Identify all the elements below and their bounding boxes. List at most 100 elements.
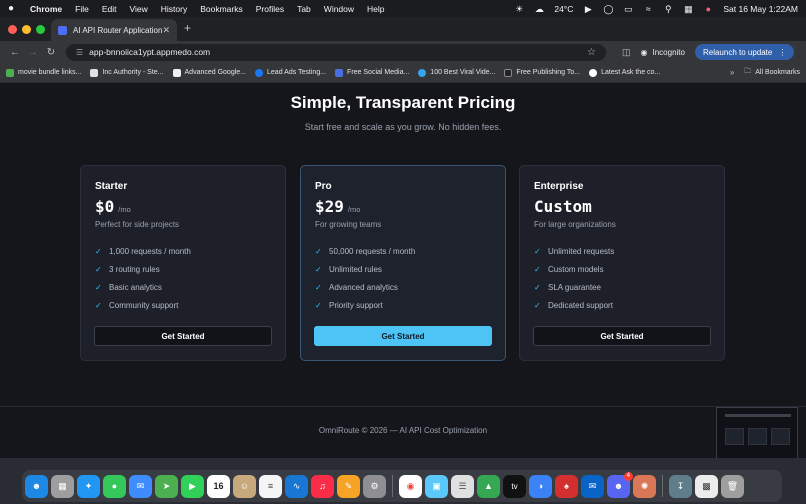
discord-badge: 4 <box>623 471 633 481</box>
plan-name: Pro <box>315 181 332 192</box>
relaunch-label: Relaunch to update <box>702 47 773 57</box>
outlook-icon[interactable]: ✉ <box>581 474 604 498</box>
plan-price: $29 <box>315 197 344 216</box>
folder-icon: 🗀 <box>744 68 752 75</box>
window-controls <box>8 25 45 34</box>
apple-menu-icon[interactable]: ● <box>8 3 18 14</box>
numbers-icon[interactable]: ▲ <box>477 474 500 498</box>
trash-icon[interactable]: 🗑 <box>721 474 744 498</box>
appletv-icon[interactable]: tv <box>503 474 526 498</box>
preview-icon[interactable]: ▣ <box>425 474 448 498</box>
control-center-icon[interactable]: ▦ <box>683 4 693 13</box>
close-window-icon[interactable] <box>8 25 17 34</box>
bookmark-item[interactable]: Free Publishing To... <box>504 68 580 77</box>
menu-window[interactable]: Window <box>324 4 354 14</box>
messages-icon[interactable]: ● <box>103 474 126 498</box>
brightness-icon[interactable]: ☀ <box>514 4 524 13</box>
reload-icon[interactable]: ↻ <box>42 47 60 58</box>
menu-profiles[interactable]: Profiles <box>256 4 284 14</box>
bookmark-item[interactable]: 100 Best Viral Vide... <box>418 68 495 77</box>
menu-history[interactable]: History <box>161 4 187 14</box>
settings-icon[interactable]: ⚙ <box>363 474 386 498</box>
screenshots-folder-icon[interactable]: ▩ <box>695 474 718 498</box>
temperature-readout[interactable]: 24°C <box>554 4 573 14</box>
menu-file[interactable]: File <box>75 4 89 14</box>
siri-icon[interactable]: ● <box>703 4 713 13</box>
downloads-icon[interactable]: ↧ <box>669 474 692 498</box>
close-tab-icon[interactable]: ✕ <box>162 25 170 36</box>
plan-period: /mo <box>118 205 131 214</box>
feature-item: ✓ Dedicated support <box>534 300 613 310</box>
search-icon[interactable]: ⚲ <box>663 4 673 13</box>
bookmark-item[interactable]: Advanced Google... <box>172 68 246 77</box>
launchpad-icon[interactable]: ▦ <box>51 474 74 498</box>
browser-tab-strip: AI API Router Application ✕ + <box>0 17 806 41</box>
bookmarks-overflow-icon[interactable]: » <box>730 68 734 77</box>
address-url[interactable]: app-bnnoiica1ypt.appmedo.com <box>89 47 210 57</box>
bookmark-favicon-icon <box>335 68 344 77</box>
site-info-icon[interactable]: ☰ <box>76 48 83 57</box>
side-panel-icon[interactable]: ◫ <box>622 47 631 58</box>
music-icon[interactable]: ♫ <box>311 474 334 498</box>
notes-icon[interactable]: ☰ <box>451 474 474 498</box>
forward-arrow-icon[interactable]: → <box>24 47 42 58</box>
thumbnail-card <box>748 428 767 445</box>
bookmark-item[interactable]: Latest Ask the co... <box>589 68 660 77</box>
get-started-button-pro[interactable]: Get Started <box>314 326 492 346</box>
bookmark-item[interactable]: Inc Authority - Ste... <box>90 68 164 77</box>
play-icon[interactable]: ▶ <box>583 4 593 13</box>
back-arrow-icon[interactable]: ← <box>6 47 24 58</box>
check-icon: ✓ <box>95 264 102 274</box>
menu-tab[interactable]: Tab <box>297 4 311 14</box>
maximize-window-icon[interactable] <box>36 25 45 34</box>
pricing-card-starter: Starter $0 /mo Perfect for side projects… <box>80 165 286 361</box>
battery-icon[interactable]: ▭ <box>623 4 633 13</box>
incognito-label: Incognito <box>652 47 685 57</box>
relaunch-update-button[interactable]: Relaunch to update ⋮ <box>694 44 795 60</box>
reminders-icon[interactable]: ≡ <box>259 474 282 498</box>
plan-name: Enterprise <box>534 181 584 192</box>
menu-help[interactable]: Help <box>367 4 384 14</box>
incognito-indicator[interactable]: ◉ Incognito <box>641 48 685 57</box>
minimize-window-icon[interactable] <box>22 25 31 34</box>
kebab-menu-icon[interactable]: ⋮ <box>778 48 786 57</box>
plan-feature-list: ✓ Unlimited requests ✓ Custom models ✓ SLA … <box>534 242 710 314</box>
maps-icon[interactable]: ➤ <box>155 474 178 498</box>
user-circle-icon[interactable]: ◯ <box>603 4 613 13</box>
get-started-button-starter[interactable]: Get Started <box>94 326 272 346</box>
safari-icon[interactable]: ✦ <box>77 474 100 498</box>
freeform-icon[interactable]: ∿ <box>285 474 308 498</box>
facetime-icon[interactable]: ▶ <box>181 474 204 498</box>
get-started-button-enterprise[interactable]: Get Started <box>533 326 711 346</box>
wifi-icon[interactable]: ≈ <box>643 4 653 13</box>
plan-description: Perfect for side projects <box>95 220 180 229</box>
pricing-card-enterprise: Enterprise Custom For large organization… <box>519 165 725 361</box>
bookmark-item[interactable]: Free Social Media... <box>335 68 409 77</box>
chrome-icon[interactable]: ◉ <box>399 474 422 498</box>
screenshot-thumbnail[interactable] <box>716 407 798 459</box>
finder-icon[interactable]: ☻ <box>25 474 48 498</box>
pages-icon[interactable]: ✎ <box>337 474 360 498</box>
address-bar[interactable]: ☰ app-bnnoiica1ypt.appmedo.com ☆ <box>66 43 606 61</box>
bookmark-star-icon[interactable]: ☆ <box>587 47 596 58</box>
menu-app-name[interactable]: Chrome <box>30 4 62 14</box>
weather-cloud-icon[interactable]: ☁ <box>534 4 544 13</box>
check-icon: ✓ <box>95 300 102 310</box>
contacts-icon[interactable]: ☺ <box>233 474 256 498</box>
mail-icon[interactable]: ✉ <box>129 474 152 498</box>
vpn-icon[interactable]: ◑ <box>529 474 552 498</box>
new-tab-icon[interactable]: + <box>184 21 191 35</box>
discord-icon[interactable]: ☻ 4 <box>607 471 633 498</box>
bookmark-item[interactable]: Lead Ads Testing... <box>255 68 326 77</box>
claude-icon[interactable]: ✺ <box>633 474 656 498</box>
browser-tab-active[interactable]: AI API Router Application ✕ <box>51 19 177 41</box>
all-bookmarks-button[interactable]: 🗀 All Bookmarks <box>744 67 800 78</box>
calendar-icon[interactable]: 16 <box>207 474 230 498</box>
menu-bookmarks[interactable]: Bookmarks <box>200 4 243 14</box>
menu-edit[interactable]: Edit <box>102 4 117 14</box>
acrobat-icon[interactable]: ♠ <box>555 474 578 498</box>
menu-view[interactable]: View <box>129 4 147 14</box>
bookmarks-bar: movie bundle links... Inc Authority - St… <box>0 63 806 83</box>
bookmark-item[interactable]: movie bundle links... <box>6 68 81 77</box>
clock-datetime[interactable]: Sat 16 May 1:22AM <box>723 4 798 14</box>
